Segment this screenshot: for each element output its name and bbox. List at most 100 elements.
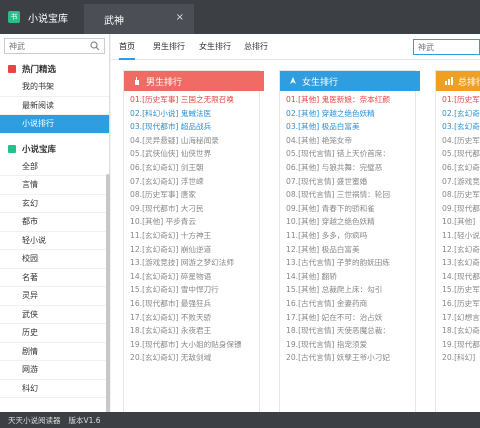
- ranking-row[interactable]: 13.[游戏竞技] 网游之梦幻法师: [130, 256, 255, 270]
- ranking-row[interactable]: 19.[现代都市] 大小姐的贴身保镖: [130, 338, 255, 352]
- rank-number: 07.[玄幻奇幻] 浮世嵘: [130, 176, 204, 186]
- rank-number: 03.[现代都市] 超品战兵: [130, 122, 212, 132]
- app-logo-icon: 书: [8, 11, 20, 23]
- search-icon[interactable]: [90, 41, 100, 51]
- sidebar-item-recent[interactable]: 最新阅读: [0, 97, 109, 115]
- top-search-input[interactable]: [414, 40, 474, 54]
- ranking-row[interactable]: 10.[其他] 平步青云: [130, 215, 255, 229]
- ranking-row[interactable]: 11.[玄幻奇幻] 十方神王: [130, 229, 255, 243]
- board-list: 01.[历史军事] 三国之无限召唤 02.[科幻小说] 鬼蜮法医 03.[现代都市]…: [130, 93, 255, 365]
- ranking-row[interactable]: 16.[现代都市] 最强狂兵: [130, 297, 255, 311]
- ranking-row[interactable]: 02.[其他] 穿越之绝色妖精: [286, 107, 411, 121]
- ranking-row[interactable]: 09.[现代都: [442, 202, 480, 216]
- ranking-row[interactable]: 14.[玄幻奇幻] 碎星物语: [130, 270, 255, 284]
- ranking-row[interactable]: 05.[现代都: [442, 147, 480, 161]
- board-list: 01.[其他] 鬼医新娘：奈本红颜 02.[其他] 穿越之绝色妖精 03.[其他] …: [286, 93, 411, 365]
- ranking-row[interactable]: 15.[其他] 总裁爬上床：勾引: [286, 283, 411, 297]
- ranking-row[interactable]: 12.[其他] 极品白富美: [286, 243, 411, 257]
- ranking-row[interactable]: 16.[古代言情] 金妻药商: [286, 297, 411, 311]
- ranking-row[interactable]: 15.[玄幻奇幻] 雪中悍刀行: [130, 283, 255, 297]
- sidebar-item-wuxia[interactable]: 武侠: [0, 306, 109, 324]
- rank-number: 02.[玄幻奇: [442, 108, 480, 118]
- ranking-row[interactable]: 18.[现代言情] 天使恶魔总裁：: [286, 324, 411, 338]
- rank-number: 03.[其他] 极品白富美: [286, 122, 360, 132]
- close-icon[interactable]: ×: [176, 12, 184, 23]
- ranking-row[interactable]: 03.[其他] 极品白富美: [286, 120, 411, 134]
- ranking-row[interactable]: 11.[其他] 多多，你疯吗: [286, 229, 411, 243]
- sidebar-item-fantasy[interactable]: 玄幻: [0, 195, 109, 213]
- ranking-row[interactable]: 05.[武侠仙侠] 仙侠世界: [130, 147, 255, 161]
- sidebar-item-campus[interactable]: 校园: [0, 250, 109, 269]
- sidebar-search-input[interactable]: [5, 39, 85, 53]
- tab-female-ranking[interactable]: 女生排行: [199, 34, 231, 60]
- hand-icon: [135, 77, 139, 85]
- ranking-row[interactable]: 01.[其他] 鬼医新娘：奈本红颜: [286, 93, 411, 107]
- sidebar-item-scifi[interactable]: 科幻: [0, 380, 109, 398]
- ranking-row[interactable]: 08.[历史军: [442, 188, 480, 202]
- ranking-row[interactable]: 09.[现代都市] 大刁民: [130, 202, 255, 216]
- ranking-row[interactable]: 04.[其他] 艳笼女帝: [286, 134, 411, 148]
- sidebar-item-bookshelf[interactable]: 我的书架: [0, 78, 109, 97]
- ranking-row[interactable]: 07.[现代言情] 盛世蜜婚: [286, 175, 411, 189]
- tab-wushen[interactable]: 武神 ×: [84, 4, 194, 34]
- ranking-row[interactable]: 20.[科幻]: [442, 351, 480, 365]
- sidebar-item-light-novel[interactable]: 轻小说: [0, 232, 109, 250]
- ranking-row[interactable]: 01.[历史军: [442, 93, 480, 107]
- sidebar-item-drama[interactable]: 剧情: [0, 343, 109, 361]
- ranking-row[interactable]: 19.[现代都: [442, 338, 480, 352]
- tab-label: 武神: [104, 15, 124, 27]
- sidebar-item-all[interactable]: 全部: [0, 158, 109, 176]
- ranking-row[interactable]: 10.[其他] 穿越之绝色妖精: [286, 215, 411, 229]
- tab-home[interactable]: 首页: [119, 34, 135, 60]
- ranking-row[interactable]: 18.[玄幻奇: [442, 324, 480, 338]
- ranking-row[interactable]: 18.[玄幻奇幻] 永夜君王: [130, 324, 255, 338]
- ranking-row[interactable]: 17.[幻想言: [442, 311, 480, 325]
- ranking-row[interactable]: 07.[游戏竞: [442, 175, 480, 189]
- ranking-row[interactable]: 20.[玄幻奇幻] 无敌剑域: [130, 351, 255, 365]
- ranking-row[interactable]: 06.[玄幻奇: [442, 161, 480, 175]
- ranking-row[interactable]: 19.[现代言情] 指宠须爱: [286, 338, 411, 352]
- ranking-row[interactable]: 02.[玄幻奇: [442, 107, 480, 121]
- sidebar-item-urban[interactable]: 都市: [0, 213, 109, 232]
- rank-number: 15.[其他] 总裁爬上床：勾引: [286, 285, 383, 295]
- ranking-row[interactable]: 13.[古代言情] 子萝的韵妩田练: [286, 256, 411, 270]
- sidebar-item-classics[interactable]: 名著: [0, 269, 109, 287]
- ranking-row[interactable]: 12.[玄幻奇幻] 崩仙逆道: [130, 243, 255, 257]
- ranking-row[interactable]: 02.[科幻小说] 鬼蜮法医: [130, 107, 255, 121]
- tab-male-ranking[interactable]: 男生排行: [153, 34, 185, 60]
- ranking-row[interactable]: 17.[玄幻奇幻] 不败天骄: [130, 311, 255, 325]
- ranking-row[interactable]: 09.[其他] 青春下的骄和雀: [286, 202, 411, 216]
- ranking-row[interactable]: 04.[灵异悬疑] 山海秘闻录: [130, 134, 255, 148]
- ranking-row[interactable]: 05.[现代言情] 错上天价首席：: [286, 147, 411, 161]
- ranking-row[interactable]: 04.[历史军: [442, 134, 480, 148]
- ranking-row[interactable]: 13.[玄幻奇: [442, 256, 480, 270]
- ranking-row[interactable]: 06.[其他] 与狼共舞：完璧恶: [286, 161, 411, 175]
- ranking-row[interactable]: 16.[历史军: [442, 297, 480, 311]
- ranking-row[interactable]: 06.[玄幻奇幻] 剑王朝: [130, 161, 255, 175]
- tab-overall-ranking[interactable]: 总排行: [244, 34, 268, 60]
- sidebar-item-online-game[interactable]: 网游: [0, 361, 109, 380]
- ranking-row[interactable]: 01.[历史军事] 三国之无限召唤: [130, 93, 255, 107]
- ranking-row[interactable]: 11.[轻小说: [442, 229, 480, 243]
- ranking-row[interactable]: 08.[历史军事] 唐家: [130, 188, 255, 202]
- rank-number: 07.[游戏竞: [442, 176, 480, 186]
- sidebar-item-romance[interactable]: 言情: [0, 176, 109, 195]
- ranking-row[interactable]: 14.[其他] 翻轿: [286, 270, 411, 284]
- sidebar-item-supernatural[interactable]: 灵异: [0, 287, 109, 306]
- ranking-row[interactable]: 14.[现代都: [442, 270, 480, 284]
- sidebar-item-history[interactable]: 历史: [0, 324, 109, 343]
- ranking-row[interactable]: 20.[古代言情] 妖孽王爷小刁妃: [286, 351, 411, 365]
- ranking-row[interactable]: 15.[历史军: [442, 283, 480, 297]
- sidebar-item-ranking[interactable]: 小说排行: [0, 115, 109, 134]
- ranking-row[interactable]: 12.[玄幻奇: [442, 243, 480, 257]
- ranking-row[interactable]: 03.[现代都市] 超品战兵: [130, 120, 255, 134]
- sidebar-scrollbar[interactable]: [106, 174, 110, 424]
- ranking-row[interactable]: 10.[其他]: [442, 215, 480, 229]
- ranking-row[interactable]: 08.[现代言情] 三世祸情：轮回: [286, 188, 411, 202]
- ranking-row[interactable]: 17.[其他] 妃在不可：治占妖: [286, 311, 411, 325]
- rank-number: 03.[玄幻奇: [442, 122, 480, 132]
- ranking-row[interactable]: 07.[玄幻奇幻] 浮世嵘: [130, 175, 255, 189]
- rank-number: 06.[玄幻奇幻] 剑王朝: [130, 162, 204, 172]
- ranking-row[interactable]: 03.[玄幻奇: [442, 120, 480, 134]
- rank-number: 19.[现代都市] 大小姐的贴身保镖: [130, 339, 242, 349]
